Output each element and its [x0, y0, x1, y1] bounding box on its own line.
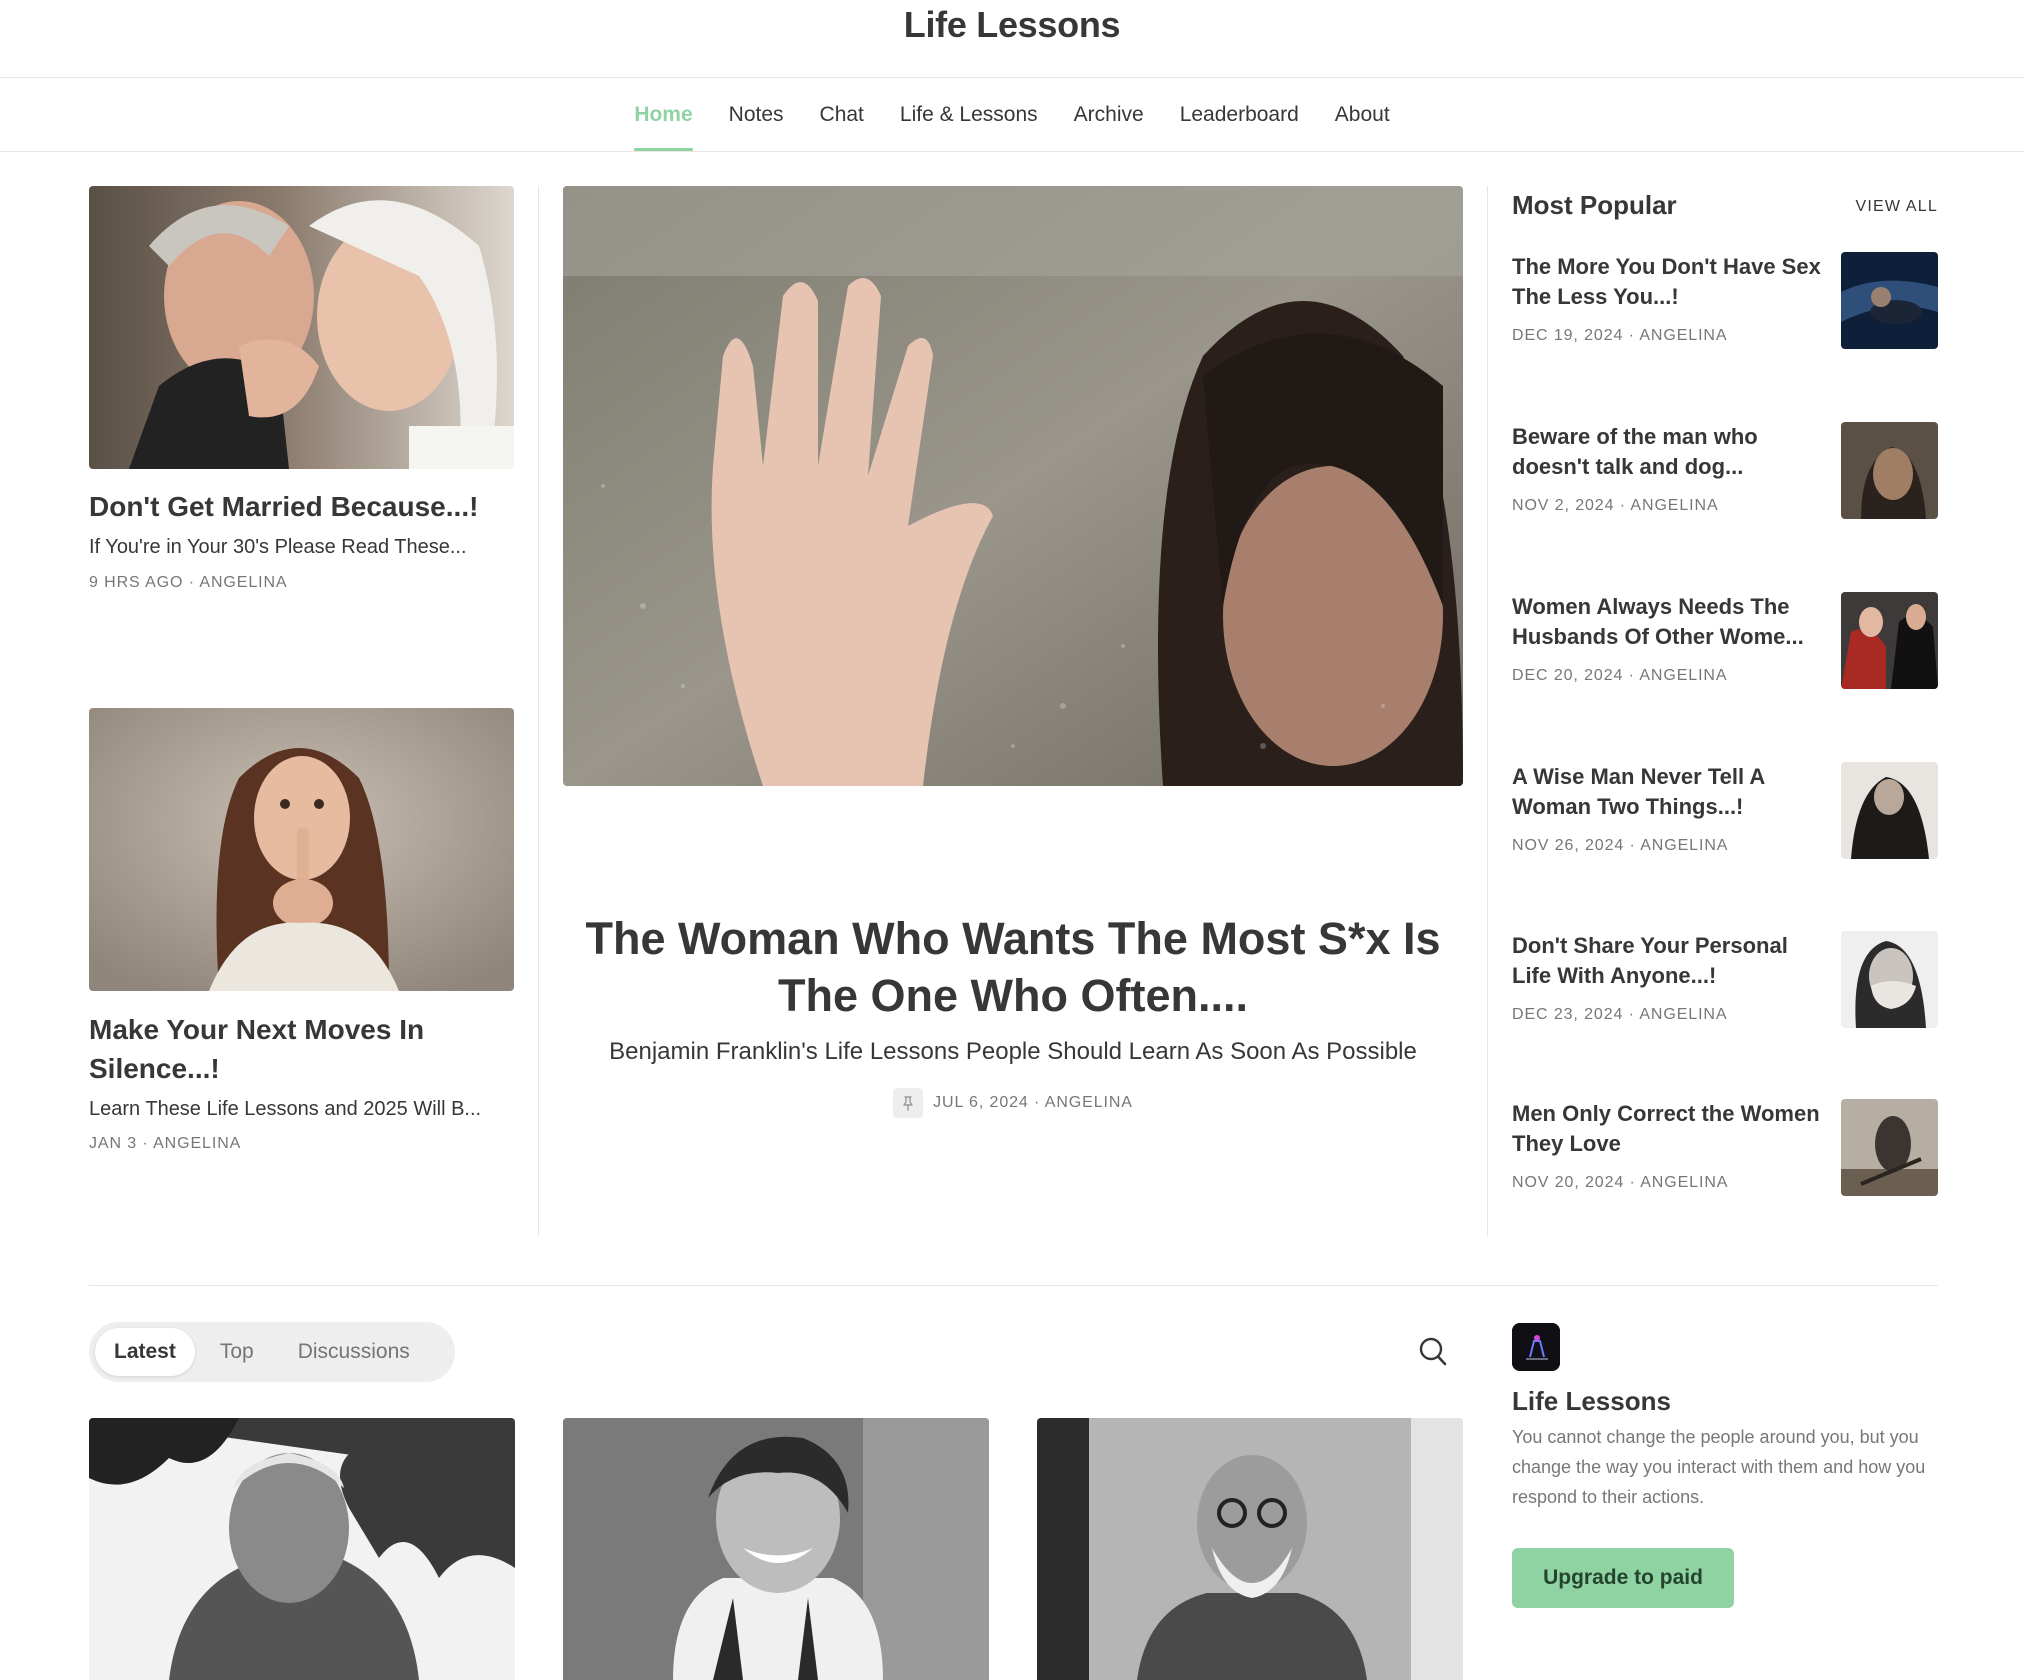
post-meta: 9 HRS AGO · ANGELINA	[89, 574, 288, 591]
post-subtitle: If You're in Your 30's Please Read These…	[89, 536, 467, 558]
nav-item-leaderboard[interactable]: Leaderboard	[1180, 78, 1299, 151]
post-image[interactable]	[563, 1418, 989, 1680]
publication-title[interactable]: Life Lessons	[1512, 1384, 1671, 1418]
popular-item-thumbnail[interactable]	[1841, 592, 1938, 689]
post-image-woman-silence[interactable]	[89, 708, 514, 991]
column-divider	[538, 186, 539, 1236]
pin-icon	[893, 1088, 924, 1118]
popular-item-meta: DEC 23, 2024 · ANGELINA	[1512, 1006, 1728, 1023]
popular-item-title[interactable]: A Wise Man Never Tell A Woman Two Things…	[1512, 762, 1824, 822]
popular-item-thumbnail[interactable]	[1841, 931, 1938, 1028]
popular-item-meta: DEC 19, 2024 · ANGELINA	[1512, 327, 1728, 344]
popular-item-meta: NOV 2, 2024 · ANGELINA	[1512, 497, 1719, 514]
nav-item-chat[interactable]: Chat	[820, 78, 864, 151]
popular-item-thumbnail[interactable]	[1841, 1099, 1938, 1196]
search-icon[interactable]	[1418, 1336, 1448, 1368]
popular-item-title[interactable]: Don't Share Your Personal Life With Anyo…	[1512, 931, 1824, 991]
popular-item[interactable]: The More You Don't Have Sex The Less You…	[1512, 252, 1938, 352]
popular-item-title[interactable]: Men Only Correct the Women They Love	[1512, 1099, 1824, 1159]
site-header: Life Lessons	[0, 0, 2024, 78]
view-all-link[interactable]: VIEW ALL	[1855, 196, 1938, 218]
site-title[interactable]: Life Lessons	[0, 2, 2024, 48]
nav-item-archive[interactable]: Archive	[1074, 78, 1144, 151]
hero-image[interactable]	[563, 186, 1463, 786]
popular-item-meta: NOV 20, 2024 · ANGELINA	[1512, 1174, 1729, 1191]
post-meta: JAN 3 · ANGELINA	[89, 1135, 242, 1152]
hero-title[interactable]: The Woman Who Wants The Most S*x Is The …	[563, 910, 1463, 1024]
publication-description: You cannot change the people around you,…	[1512, 1427, 1926, 1507]
post-image[interactable]	[1037, 1418, 1463, 1680]
popular-item-title[interactable]: Women Always Needs The Husbands Of Other…	[1512, 592, 1824, 652]
popular-item-meta: NOV 26, 2024 · ANGELINA	[1512, 837, 1729, 854]
popular-item[interactable]: A Wise Man Never Tell A Woman Two Things…	[1512, 762, 1938, 862]
main-nav: Home Notes Chat Life & Lessons Archive L…	[0, 78, 2024, 152]
most-popular-heading: Most Popular	[1512, 190, 1677, 220]
popular-item[interactable]: Men Only Correct the Women They Love NOV…	[1512, 1099, 1938, 1199]
popular-item-thumbnail[interactable]	[1841, 252, 1938, 349]
post-subtitle: Learn These Life Lessons and 2025 Will B…	[89, 1098, 482, 1120]
hero-subtitle: Benjamin Franklin's Life Lessons People …	[609, 1038, 1417, 1065]
post-image-elderly-couple[interactable]	[89, 186, 514, 469]
column-divider	[1487, 186, 1488, 1236]
popular-item-title[interactable]: The More You Don't Have Sex The Less You…	[1512, 252, 1824, 312]
publication-logo[interactable]	[1512, 1323, 1560, 1371]
feed-tabs: Latest Top Discussions	[89, 1322, 455, 1382]
nav-item-notes[interactable]: Notes	[729, 78, 784, 151]
popular-item-meta: DEC 20, 2024 · ANGELINA	[1512, 667, 1728, 684]
section-divider	[89, 1285, 1938, 1286]
post-title[interactable]: Don't Get Married Because...!	[89, 487, 519, 526]
upgrade-button[interactable]: Upgrade to paid	[1512, 1548, 1734, 1608]
hero-meta-row: JUL 6, 2024 · ANGELINA	[563, 1088, 1463, 1118]
hero-meta: JUL 6, 2024 · ANGELINA	[933, 1094, 1133, 1111]
nav-item-home[interactable]: Home	[634, 78, 694, 151]
popular-item-thumbnail[interactable]	[1841, 422, 1938, 519]
tab-latest[interactable]: Latest	[95, 1328, 195, 1376]
popular-item[interactable]: Women Always Needs The Husbands Of Other…	[1512, 592, 1938, 692]
post-image[interactable]	[89, 1418, 515, 1680]
post-title[interactable]: Make Your Next Moves In Silence...!	[89, 1010, 519, 1088]
tab-top[interactable]: Top	[201, 1328, 273, 1376]
tab-discussions[interactable]: Discussions	[279, 1328, 429, 1376]
nav-item-about[interactable]: About	[1335, 78, 1390, 151]
popular-item[interactable]: Beware of the man who doesn't talk and d…	[1512, 422, 1938, 522]
nav-item-life-lessons[interactable]: Life & Lessons	[900, 78, 1038, 151]
popular-item-thumbnail[interactable]	[1841, 762, 1938, 859]
popular-item-title[interactable]: Beware of the man who doesn't talk and d…	[1512, 422, 1824, 482]
popular-item[interactable]: Don't Share Your Personal Life With Anyo…	[1512, 931, 1938, 1031]
